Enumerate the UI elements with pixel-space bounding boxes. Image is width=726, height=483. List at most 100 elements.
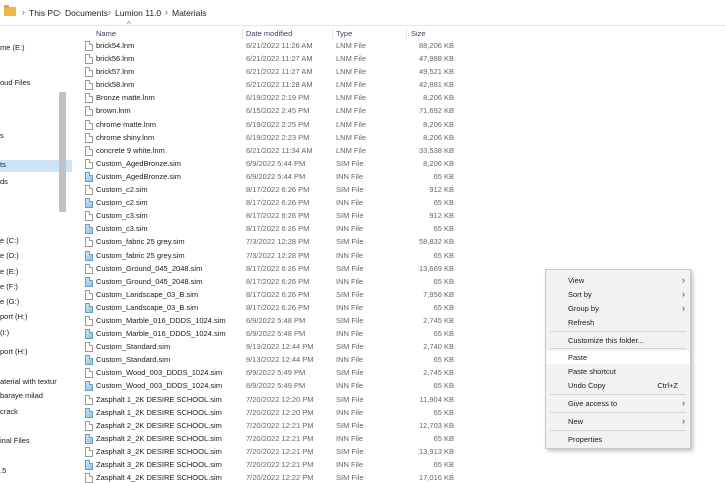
menu-divider <box>550 430 686 431</box>
file-row[interactable]: Custom_Standard.sim 9/13/2022 12:44 PM INN… <box>80 354 480 367</box>
nav-item[interactable]: e (E:) <box>0 267 72 279</box>
breadcrumb-lumion[interactable]: Lumion 11.0 <box>115 8 161 18</box>
file-row[interactable]: Custom_Ground_045_2048.sim 8/17/2022 6:26… <box>80 276 480 289</box>
column-name[interactable]: Name <box>96 29 116 38</box>
file-row[interactable]: Zasphalt 1_2K DESIRE SCHOOL.sim 7/20/2022… <box>80 407 480 420</box>
file-icon <box>85 93 93 104</box>
file-row[interactable]: Custom_Landscape_03_B.sim 8/17/2022 6:26 … <box>80 302 480 315</box>
nav-item[interactable]: port (H:) <box>0 312 72 324</box>
file-row[interactable]: brown.lnm 6/15/2022 2:45 PM LNM File 71,692… <box>80 105 480 118</box>
file-row[interactable]: Zasphalt 3_2K DESIRE SCHOOL.sim 7/20/2022… <box>80 446 480 459</box>
file-row[interactable]: Custom_AgedBronze.sim 6/9/2022 5:44 PM SIM… <box>80 158 480 171</box>
file-type: LNM File <box>336 93 367 103</box>
menu-item-customize-folder[interactable]: Customize this folder... <box>547 334 690 347</box>
file-date: 6/9/2022 5:49 PM <box>246 368 306 378</box>
nav-item[interactable]: port (H:) <box>0 347 72 359</box>
file-size: 65 KB <box>433 329 454 339</box>
menu-divider <box>550 412 686 413</box>
file-row[interactable]: Custom_Marble_016_DDDS_1024.sim 6/9/2022 … <box>80 315 480 328</box>
file-name: Custom_fabric 25 grey.sim <box>96 237 185 247</box>
menu-item-group-by[interactable]: Group by › <box>547 302 690 315</box>
file-row[interactable]: Custom_Ground_045_2048.sim 8/17/2022 6:26… <box>80 263 480 276</box>
file-row[interactable]: chrome shiny.lnm 6/19/2022 2:23 PM LNM Fil… <box>80 132 480 145</box>
file-row[interactable]: Custom_fabric 25 grey.sim 7/3/2022 12:28 … <box>80 250 480 263</box>
file-row[interactable]: Zasphalt 2_2K DESIRE SCHOOL.sim 7/20/2022… <box>80 433 480 446</box>
file-row[interactable]: chrome matte.lnm 6/19/2022 2:25 PM LNM Fil… <box>80 119 480 132</box>
menu-item-give-access[interactable]: Give access to › <box>547 397 690 410</box>
file-row[interactable]: Custom_Landscape_03_B.sim 8/17/2022 6:26 … <box>80 289 480 302</box>
file-type: SIM File <box>336 263 364 273</box>
menu-item-refresh[interactable]: Refresh <box>547 316 690 329</box>
column-date-modified[interactable]: Date modified <box>246 29 292 38</box>
file-row[interactable]: Custom_Wood_003_DDDS_1024.sim 6/9/2022 5:… <box>80 380 480 393</box>
file-date: 7/3/2022 12:28 PM <box>246 237 310 247</box>
address-bar[interactable]: › This PC › Documents › Lumion 11.0 › Ma… <box>0 0 726 26</box>
nav-item[interactable]: e (C:) <box>0 236 72 248</box>
column-type[interactable]: Type <box>336 29 352 38</box>
file-row[interactable]: Custom_c2.sim 8/17/2022 6:26 PM SIM File 91… <box>80 184 480 197</box>
inn-file-icon <box>85 433 93 444</box>
file-row[interactable]: Custom_c2.sim 8/17/2022 6:26 PM INN File 65… <box>80 197 480 210</box>
menu-item-new[interactable]: New › <box>547 415 690 428</box>
nav-item[interactable]: baraye milad <box>0 391 72 403</box>
file-row[interactable]: Zasphalt 1_2K DESIRE SCHOOL.sim 7/20/2022… <box>80 394 480 407</box>
column-divider[interactable] <box>406 28 407 39</box>
nav-item[interactable]: aterial with textur <box>0 377 72 389</box>
file-row[interactable]: Custom_fabric 25 grey.sim 7/3/2022 12:28 … <box>80 236 480 249</box>
nav-item[interactable]: inal Files <box>0 436 72 448</box>
file-row[interactable]: brick54.lnm 6/21/2022 11:26 AM LNM File 88,… <box>80 40 480 53</box>
file-row[interactable]: Custom_c3.sim 8/17/2022 6:26 PM INN File 65… <box>80 223 480 236</box>
file-icon <box>85 41 93 51</box>
menu-item-sort-by[interactable]: Sort by › <box>547 288 690 301</box>
file-name: Zasphalt 1_2K DESIRE SCHOOL.sim <box>96 394 222 404</box>
file-row[interactable]: Custom_Wood_003_DDDS_1024.sim 6/9/2022 5:… <box>80 367 480 380</box>
file-date: 8/17/2022 6:26 PM <box>246 224 310 234</box>
nav-scrollbar-thumb[interactable] <box>59 92 66 212</box>
nav-item[interactable]: me (E:) <box>0 43 72 55</box>
file-name: brown.lnm <box>96 106 131 116</box>
breadcrumb-materials[interactable]: Materials <box>172 8 206 18</box>
column-size[interactable]: Size <box>411 29 426 38</box>
file-row[interactable]: Zasphalt 3_2K DESIRE SCHOOL.sim 7/20/2022… <box>80 459 480 472</box>
nav-item[interactable]: oud Files <box>0 78 72 90</box>
file-row[interactable]: Custom_Marble_016_DDDS_1024.sim 6/9/2022 … <box>80 328 480 341</box>
file-type: INN File <box>336 276 364 286</box>
file-name: concrete 9 white.lnm <box>96 145 165 155</box>
file-name: Custom_c2.sim <box>96 198 148 208</box>
menu-item-view[interactable]: View › <box>547 274 690 287</box>
nav-item[interactable]: e (D:) <box>0 251 72 263</box>
menu-item-properties[interactable]: Properties <box>547 433 690 446</box>
menu-item-paste-shortcut[interactable]: Paste shortcut <box>547 365 690 378</box>
file-icon <box>85 315 93 326</box>
file-row[interactable]: Zasphalt 4_2K DESIRE SCHOOL.sim 7/20/2022… <box>80 472 480 483</box>
file-size: 65 KB <box>433 276 454 286</box>
nav-item[interactable]: e (G:) <box>0 297 72 309</box>
file-row[interactable]: Bronze matte.lnm 6/19/2022 2:19 PM LNM Fil… <box>80 92 480 105</box>
nav-item[interactable]: .5 <box>0 466 72 478</box>
breadcrumb-documents[interactable]: Documents <box>65 8 108 18</box>
file-row[interactable]: brick58.lnm 6/21/2022 11:28 AM LNM File 42,… <box>80 79 480 92</box>
file-name: Zasphalt 3_2K DESIRE SCHOOL.sim <box>96 446 222 456</box>
file-size: 8,206 KB <box>423 119 454 129</box>
file-icon <box>85 473 93 483</box>
file-size: 58,832 KB <box>418 237 454 247</box>
nav-item[interactable]: (I:) <box>0 328 72 340</box>
file-row[interactable]: Zasphalt 2_2K DESIRE SCHOOL.sim 7/20/2022… <box>80 420 480 433</box>
nav-item[interactable]: crack <box>0 407 72 419</box>
file-row[interactable]: brick57.lnm 6/21/2022 11:27 AM LNM File 49,… <box>80 66 480 79</box>
nav-item[interactable]: e (F:) <box>0 282 72 294</box>
file-type: INN File <box>336 329 364 339</box>
file-date: 6/19/2022 2:19 PM <box>246 93 310 103</box>
column-divider[interactable] <box>242 28 243 39</box>
file-row[interactable]: brick56.lnm 6/21/2022 11:27 AM LNM File 47,… <box>80 53 480 66</box>
menu-item-paste[interactable]: Paste <box>547 351 690 364</box>
file-size: 65 KB <box>433 302 454 312</box>
breadcrumb-this-pc[interactable]: This PC <box>29 8 59 18</box>
file-date: 6/21/2022 11:34 AM <box>246 145 313 155</box>
file-row[interactable]: Custom_c3.sim 8/17/2022 6:26 PM SIM File 91… <box>80 210 480 223</box>
file-row[interactable]: concrete 9 white.lnm 6/21/2022 11:34 AM LN… <box>80 145 480 158</box>
file-row[interactable]: Custom_Standard.sim 9/13/2022 12:44 PM SIM… <box>80 341 480 354</box>
column-divider[interactable] <box>332 28 333 39</box>
file-row[interactable]: Custom_AgedBronze.sim 6/9/2022 5:44 PM INN… <box>80 171 480 184</box>
menu-item-undo-copy[interactable]: Undo Copy Ctrl+Z <box>547 379 690 392</box>
